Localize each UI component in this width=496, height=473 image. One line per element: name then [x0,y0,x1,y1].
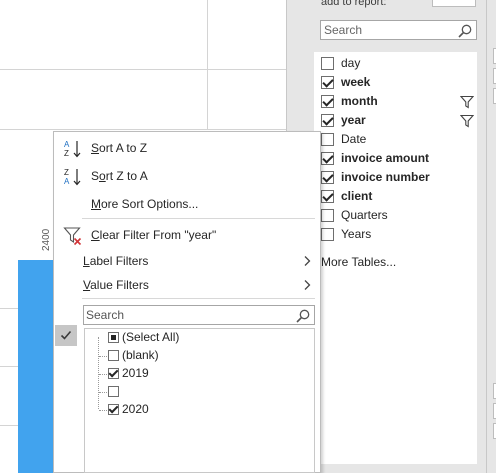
field-checkbox[interactable] [321,152,334,165]
search-icon[interactable] [458,24,472,38]
chart-gridline [207,0,208,130]
tree-item[interactable]: (blank) [84,347,304,365]
svg-text:A: A [64,177,70,186]
field-checkbox[interactable] [321,190,334,203]
tree-label: (Select All) [122,330,180,344]
svg-text:A: A [64,140,70,149]
field-label: client [341,189,373,203]
chevron-right-icon [304,280,311,290]
menu-separator [82,218,315,219]
field-item[interactable]: month [321,92,481,111]
filter-icon[interactable] [460,114,474,128]
menu-label-filters[interactable]: Label Filters [53,250,321,272]
field-label: month [341,94,378,108]
chart-gridline [0,129,286,130]
field-checkbox[interactable] [321,114,334,127]
checkmark-icon [60,330,72,340]
menu-label: More Sort Options... [91,197,199,211]
tree-item[interactable]: 2020 [84,401,304,419]
menu-search-box[interactable] [83,305,315,325]
field-item[interactable]: Date [321,130,481,149]
tree-label: 2019 [122,366,149,380]
menu-label: Clear Filter From "year" [91,228,217,242]
field-label: day [341,56,361,70]
chevron-right-icon [304,256,311,266]
field-search-box[interactable] [320,20,477,40]
chart-gridline [0,69,286,70]
field-item[interactable]: Years [321,225,481,244]
field-label: week [341,75,371,89]
menu-sort-z-to-a[interactable]: Z A Sort Z to A [53,165,321,187]
tree-item[interactable]: (Select All) [84,329,304,347]
more-tables-link[interactable]: More Tables... [321,255,396,269]
menu-label: Sort A to Z [91,141,148,155]
menu-check-tile [55,325,77,346]
tree-connector [99,374,107,376]
tree-item[interactable] [84,383,304,401]
menu-label: Sort Z to A [91,169,148,183]
field-search-input[interactable] [321,21,454,39]
field-label: invoice amount [341,151,430,165]
svg-text:Z: Z [64,149,69,158]
field-item[interactable]: year [321,111,481,130]
sort-descending-icon: Z A [64,168,81,186]
search-icon[interactable] [296,309,310,323]
chart-axis-label: 2400 [41,228,52,251]
field-checkbox[interactable] [321,171,334,184]
pane-tools-button[interactable] [432,0,476,7]
field-checkbox[interactable] [321,228,334,241]
field-label: invoice number [341,170,430,184]
tree-connector [99,356,107,358]
field-checkbox[interactable] [321,76,334,89]
tree-checkbox[interactable] [108,386,119,397]
field-item[interactable]: invoice amount [321,149,481,168]
field-item[interactable]: invoice number [321,168,481,187]
menu-value-filters[interactable]: Value Filters [53,274,321,296]
menu-sort-a-to-z[interactable]: A Z Sort A to Z [53,137,321,159]
tree-connector [99,410,107,412]
pane-header-text: add to report: [321,0,387,8]
tree-label: 2020 [122,402,149,416]
menu-search-input[interactable] [84,306,286,324]
field-checkbox[interactable] [321,95,334,108]
tree-item[interactable]: 2019 [84,365,304,383]
field-item[interactable]: day [321,54,481,73]
menu-label: Value Filters [83,278,149,292]
tree-checkbox[interactable] [108,404,119,415]
field-label: Years [341,227,372,241]
menu-separator [82,298,315,299]
filter-icon[interactable] [460,95,474,109]
tree-checkbox[interactable] [108,368,119,379]
field-label: Quarters [341,208,388,222]
field-checkbox[interactable] [321,133,334,146]
field-checkbox[interactable] [321,57,334,70]
tree-checkbox[interactable] [108,332,119,343]
chart-bar[interactable] [18,260,54,473]
tree-checkbox[interactable] [108,350,119,361]
clear-filter-icon [63,227,82,246]
svg-text:Z: Z [64,168,69,177]
tree-connector [99,392,107,394]
field-label: Date [341,132,367,146]
field-item[interactable]: client [321,187,481,206]
tree-label: (blank) [122,348,159,362]
field-item[interactable]: Quarters [321,206,481,225]
menu-label: Label Filters [83,254,149,268]
menu-clear-filter[interactable]: Clear Filter From "year" [53,224,321,246]
pane-areas-edge [486,0,496,473]
menu-more-sort-options[interactable]: More Sort Options... [53,193,321,215]
sort-ascending-icon: A Z [64,140,81,158]
field-label: year [341,113,366,127]
field-checkbox[interactable] [321,209,334,222]
field-item[interactable]: week [321,73,481,92]
